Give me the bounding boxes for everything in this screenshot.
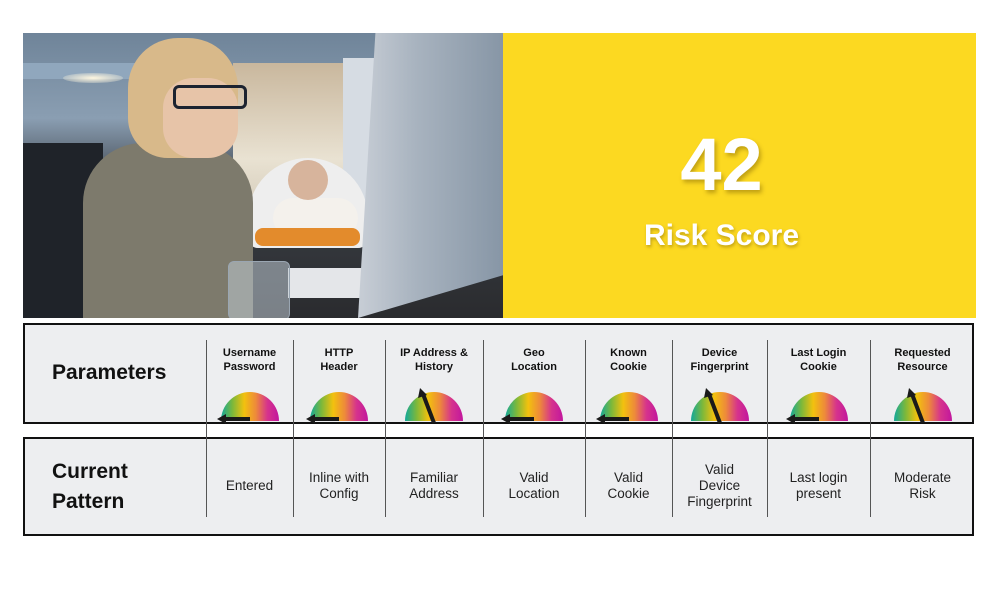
column-divider xyxy=(870,340,871,517)
photo-baby-head xyxy=(288,160,328,200)
parameter-header-head-line2: Location xyxy=(511,361,557,373)
photo-water-glass xyxy=(228,261,290,318)
current-pattern-value-line1: Inline with xyxy=(308,470,370,485)
gauge-arc xyxy=(789,392,848,421)
current-pattern-value-line1: Last login xyxy=(789,470,848,485)
gauge-needle-tip xyxy=(501,414,510,424)
parameter-header-head-line1: Geo xyxy=(523,347,545,359)
risk-score-value: 42 xyxy=(680,123,763,206)
gauge-arc xyxy=(405,392,463,421)
risk-gauge-icon xyxy=(501,388,565,424)
current-pattern-value-line1: Valid xyxy=(613,470,644,485)
current-pattern-value-line2: Location xyxy=(508,486,560,501)
gauge-needle-tip xyxy=(595,414,605,424)
parameter-header-head-line2: Cookie xyxy=(800,361,837,373)
risk-score-label: Risk Score xyxy=(643,219,800,252)
parameters-title: Parameters xyxy=(52,361,167,384)
current-pattern-value-line2: Risk xyxy=(909,486,936,501)
current-pattern-value: Valid Device Fingerprint xyxy=(672,458,768,514)
parameter-header: IP Address & History xyxy=(389,346,479,374)
parameter-header-head-line2: Fingerprint xyxy=(690,361,749,373)
current-pattern-value-line1: Valid xyxy=(704,462,735,477)
parameter-header-head-line2: Resource xyxy=(897,361,948,373)
photo-lamp xyxy=(63,73,123,83)
gauge-needle-tip xyxy=(306,414,315,424)
parameter-header-head-line1: IP Address & xyxy=(400,347,468,359)
current-pattern-value-line1: Valid xyxy=(519,470,549,485)
current-pattern-value-line1: Entered xyxy=(225,478,274,493)
current-pattern-value-line2: present xyxy=(795,486,841,501)
parameter-header-head-line1: Known xyxy=(610,347,647,359)
gauge-needle-tip xyxy=(785,414,795,424)
parameter-header-head-line1: HTTP xyxy=(324,347,354,359)
photo-keyboard xyxy=(288,268,363,298)
current-pattern-title-line1: Current xyxy=(52,460,128,483)
parameter-header: Last Login Cookie xyxy=(774,346,864,374)
current-pattern-value-line2: Cookie xyxy=(607,486,650,501)
risk-gauge-icon xyxy=(403,388,465,424)
parameter-header-head-line2: Password xyxy=(223,361,276,373)
gauge-arc xyxy=(505,392,563,421)
risk-gauge-icon xyxy=(595,388,660,424)
column-divider xyxy=(767,340,768,517)
parameter-header: HTTP Header xyxy=(294,346,384,374)
photo-glasses xyxy=(173,85,247,109)
gauge-arc xyxy=(893,392,952,421)
risk-score-panel: 42 Risk Score xyxy=(503,33,976,318)
current-pattern-title: Current Pattern xyxy=(52,457,128,517)
current-pattern-value-line2: Device xyxy=(698,478,741,493)
risk-gauge-icon xyxy=(892,388,954,424)
parameter-header-head-line1: Username xyxy=(222,347,277,359)
parameter-header-head-line1: Last Login xyxy=(790,347,847,359)
current-pattern-value: Valid Cookie xyxy=(581,458,677,514)
current-pattern-value: Familiar Address xyxy=(386,458,482,514)
column-divider xyxy=(483,340,484,517)
current-pattern-value-line2: Address xyxy=(409,486,459,501)
parameter-header-head-line2: Header xyxy=(320,361,358,373)
parameter-header-head-line2: History xyxy=(415,361,453,373)
parameter-header: Requested Resource xyxy=(878,346,968,374)
gauge-arc xyxy=(310,392,368,421)
risk-gauge-icon xyxy=(689,388,751,424)
current-pattern-value: Moderate Risk xyxy=(875,458,971,514)
gauge-needle-tip xyxy=(216,414,226,424)
current-pattern-value-line1: Moderate xyxy=(893,470,952,485)
gauge-arc xyxy=(220,392,279,421)
current-pattern-value: Entered xyxy=(202,458,298,514)
parameter-header-head-line1: Device xyxy=(701,347,738,359)
parameter-header: Known Cookie xyxy=(584,346,674,374)
risk-gauge-icon xyxy=(785,388,850,424)
hero-photo xyxy=(23,33,503,318)
parameter-header: Geo Location xyxy=(489,346,579,374)
current-pattern-title-line2: Pattern xyxy=(52,490,125,513)
gauge-arc xyxy=(599,392,658,421)
photo-monitor xyxy=(358,33,503,318)
current-pattern-value-line3: Fingerprint xyxy=(687,494,752,509)
current-pattern-value: Last login present xyxy=(771,458,867,514)
parameter-header: Device Fingerprint xyxy=(675,346,765,374)
parameter-header-head-line2: Cookie xyxy=(610,361,647,373)
photo-tray xyxy=(255,228,360,246)
parameter-header-head-line1: Requested xyxy=(894,347,951,359)
risk-gauge-icon xyxy=(306,388,370,424)
gauge-arc xyxy=(690,392,749,421)
parameter-header: Username Password xyxy=(205,346,295,374)
current-pattern-value-line2: Config xyxy=(319,486,359,501)
current-pattern-value: Valid Location xyxy=(486,458,582,514)
risk-gauge-icon xyxy=(216,388,281,424)
current-pattern-value: Inline with Config xyxy=(291,458,387,514)
current-pattern-value-line1: Familiar xyxy=(409,470,458,485)
